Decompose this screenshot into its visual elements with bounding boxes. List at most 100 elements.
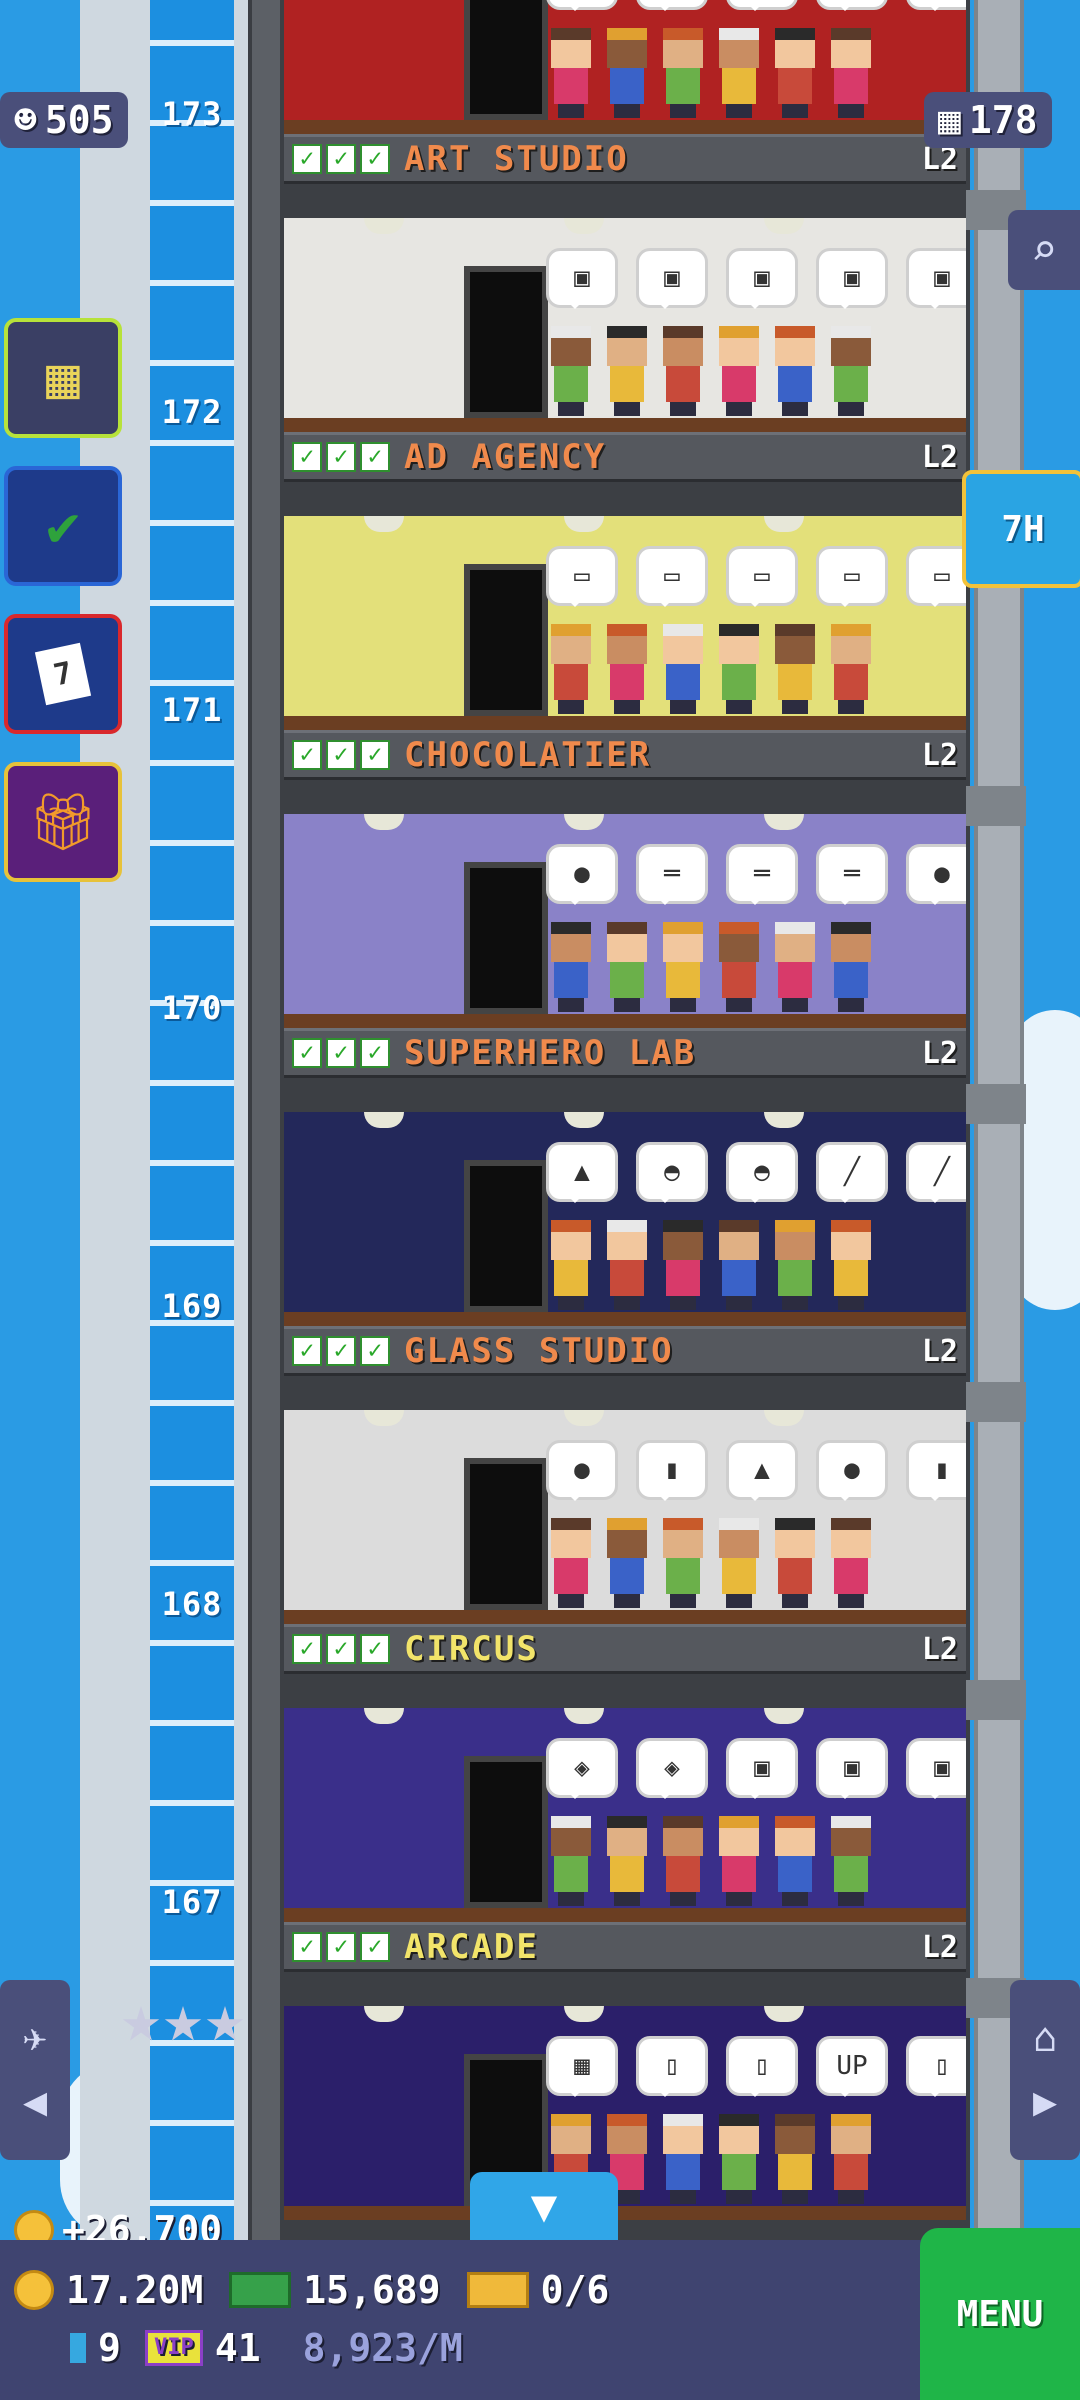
floor-number[interactable]: 173 [150, 95, 234, 133]
floor-label-bar[interactable]: ✓ ✓ ✓ ART STUDIO L2 [284, 134, 966, 184]
floor-label-bar[interactable]: ✓ ✓ ✓ SUPERHERO LAB L2 [284, 1028, 966, 1078]
floor-room[interactable]: ▦ ▯ ▯ UP ▯ [284, 2006, 966, 2220]
thought-bubble[interactable]: ◆ [906, 0, 966, 11]
thought-bubble[interactable]: ● [816, 1440, 888, 1501]
thought-bubble[interactable]: ▭ [546, 546, 618, 607]
bitizen[interactable] [546, 28, 596, 118]
thought-bubble[interactable]: ▭ [636, 546, 708, 607]
bitizen[interactable] [602, 1220, 652, 1310]
thought-bubble[interactable]: 👁 [546, 0, 618, 11]
bitizen[interactable] [602, 922, 652, 1012]
thought-bubble[interactable]: ◈ [636, 1738, 708, 1799]
bitizen[interactable] [770, 624, 820, 714]
bitizen[interactable] [714, 2114, 764, 2204]
floor-label-bar[interactable]: ✓ ✓ ✓ CIRCUS L2 [284, 1624, 966, 1674]
floor-room[interactable]: ● ═ ═ ═ ● [284, 814, 966, 1028]
thought-bubble[interactable]: ▲ [726, 1440, 798, 1501]
floor-label-bar[interactable]: ✓ ✓ ✓ ARCADE L2 [284, 1922, 966, 1972]
bitizen[interactable] [602, 624, 652, 714]
bitizen[interactable] [714, 1220, 764, 1310]
thought-bubble[interactable]: ▯ [906, 2036, 966, 2097]
bitizen[interactable] [826, 1518, 876, 1608]
bitizen[interactable] [658, 624, 708, 714]
bitizen[interactable] [770, 922, 820, 1012]
thought-bubble[interactable]: ▯ [726, 2036, 798, 2097]
bitizen[interactable] [714, 326, 764, 416]
thought-bubble[interactable]: ▣ [726, 248, 798, 309]
bitizen[interactable] [602, 28, 652, 118]
thought-bubble[interactable]: ▭ [816, 546, 888, 607]
bitizen[interactable] [770, 28, 820, 118]
floor-room[interactable]: ▭ ▭ ▭ ▭ ▭ [284, 516, 966, 730]
bitizen[interactable] [770, 1816, 820, 1906]
thought-bubble[interactable]: ═ [816, 844, 888, 905]
floor-label-bar[interactable]: ✓ ✓ ✓ CHOCOLATIER L2 [284, 730, 966, 780]
building-menu-button[interactable]: ▦ [4, 318, 122, 438]
thought-bubble[interactable]: ◆ [816, 0, 888, 11]
bitizen[interactable] [826, 1816, 876, 1906]
thought-bubble[interactable]: ◓ [726, 1142, 798, 1203]
elevator-nav-button[interactable]: ✈ ◀ [0, 1980, 70, 2160]
bitizen[interactable] [770, 326, 820, 416]
thought-bubble[interactable]: ╱ [816, 1142, 888, 1203]
floor-room[interactable]: 👁 ◆ ◆ ◆ ◆ [284, 0, 966, 134]
floor-number[interactable]: 169 [150, 1287, 234, 1325]
thought-bubble[interactable]: ▣ [816, 248, 888, 309]
floor-number[interactable]: 171 [150, 691, 234, 729]
thought-bubble[interactable]: ▣ [906, 248, 966, 309]
floor-label-bar[interactable]: ✓ ✓ ✓ GLASS STUDIO L2 [284, 1326, 966, 1376]
bitizen[interactable] [602, 1518, 652, 1608]
bitizen[interactable] [770, 2114, 820, 2204]
calendar-button[interactable]: 7 [4, 614, 122, 734]
thought-bubble[interactable]: ● [906, 844, 966, 905]
bitizen[interactable] [826, 326, 876, 416]
thought-bubble[interactable]: ▣ [906, 1738, 966, 1799]
missions-button[interactable]: ✔ [4, 466, 122, 586]
bitizen[interactable] [658, 1518, 708, 1608]
floor-number[interactable]: 172 [150, 393, 234, 431]
thought-bubble[interactable]: ▣ [816, 1738, 888, 1799]
bitizen[interactable] [770, 1518, 820, 1608]
bitizen[interactable] [658, 1220, 708, 1310]
thought-bubble[interactable]: ═ [726, 844, 798, 905]
menu-button[interactable]: MENU [920, 2228, 1080, 2400]
bitizen[interactable] [658, 28, 708, 118]
gift-button[interactable]: 🎁︎ [4, 762, 122, 882]
scroll-down-button[interactable]: ▼ [470, 2172, 618, 2240]
bitizen[interactable] [658, 922, 708, 1012]
thought-bubble[interactable]: ◆ [636, 0, 708, 11]
bitizen[interactable] [546, 1816, 596, 1906]
thought-bubble[interactable]: ▮ [906, 1440, 966, 1501]
bitizen[interactable] [826, 922, 876, 1012]
bitizen[interactable] [714, 28, 764, 118]
bitizen[interactable] [714, 1518, 764, 1608]
floor-label-bar[interactable]: ✓ ✓ ✓ AD AGENCY L2 [284, 432, 966, 482]
thought-bubble[interactable]: ═ [636, 844, 708, 905]
floor-number[interactable]: 167 [150, 1883, 234, 1921]
bitizen[interactable] [658, 2114, 708, 2204]
floor-number[interactable]: 168 [150, 1585, 234, 1623]
thought-bubble[interactable]: ▣ [546, 248, 618, 309]
floor-number[interactable]: 170 [150, 989, 234, 1027]
floor-room[interactable]: ◈ ◈ ▣ ▣ ▣ [284, 1708, 966, 1922]
floor-room[interactable]: ▣ ▣ ▣ ▣ ▣ [284, 218, 966, 432]
thought-bubble[interactable]: ▦ [546, 2036, 618, 2097]
thought-bubble[interactable]: ▮ [636, 1440, 708, 1501]
thought-bubble[interactable]: ◆ [726, 0, 798, 11]
bitizen[interactable] [826, 28, 876, 118]
thought-bubble[interactable]: ▯ [636, 2036, 708, 2097]
thought-bubble[interactable]: UP [816, 2036, 888, 2097]
bitizen[interactable] [714, 624, 764, 714]
thought-bubble[interactable]: ▣ [726, 1738, 798, 1799]
thought-bubble[interactable]: ▲ [546, 1142, 618, 1203]
search-button[interactable]: ⌕ [1008, 210, 1080, 290]
bitizen[interactable] [658, 326, 708, 416]
thought-bubble[interactable]: ● [546, 1440, 618, 1501]
thought-bubble[interactable]: ◈ [546, 1738, 618, 1799]
thought-bubble[interactable]: ▭ [906, 546, 966, 607]
bitizen[interactable] [546, 624, 596, 714]
thought-bubble[interactable]: ● [546, 844, 618, 905]
bitizen[interactable] [546, 1518, 596, 1608]
bitizen[interactable] [658, 1816, 708, 1906]
bitizen[interactable] [826, 2114, 876, 2204]
